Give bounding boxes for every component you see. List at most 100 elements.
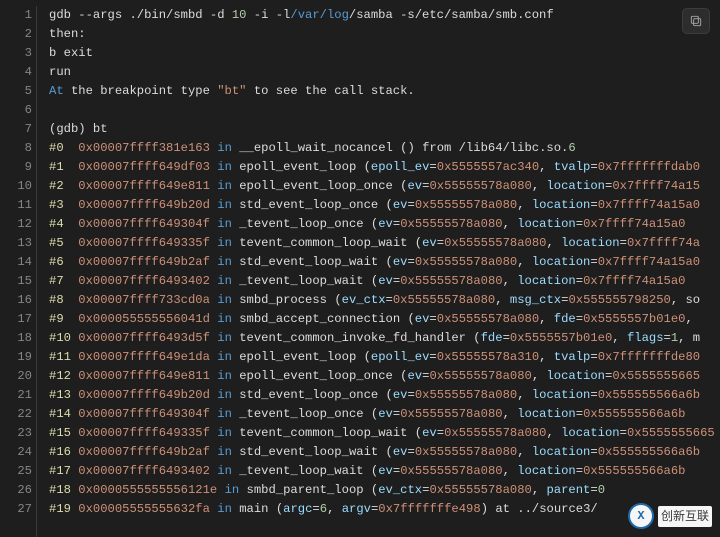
frame-function: _tevent_loop_wait bbox=[239, 274, 363, 288]
frame-index: #15 bbox=[49, 426, 71, 440]
frame-function: epoll_event_loop bbox=[239, 160, 356, 174]
frame-address: 0x00005555555632fa bbox=[78, 502, 210, 516]
stack-frame: #12 0x00007ffff649e811 in epoll_event_lo… bbox=[49, 367, 720, 386]
frame-index: #18 bbox=[49, 483, 71, 497]
arg-name: ev bbox=[378, 407, 393, 421]
bt-string: "bt" bbox=[217, 84, 246, 98]
stack-frame: #7 0x00007ffff6493402 in _tevent_loop_wa… bbox=[49, 272, 720, 291]
watermark-badge: X bbox=[628, 503, 654, 529]
frame-index: #14 bbox=[49, 407, 71, 421]
frame-function: tevent_common_invoke_fd_handler bbox=[239, 331, 466, 345]
arg-name: ev bbox=[422, 236, 437, 250]
in-keyword: in bbox=[225, 483, 240, 497]
at-keyword: At bbox=[49, 84, 64, 98]
arg-value: 0x55555578a080 bbox=[444, 426, 546, 440]
in-keyword: in bbox=[217, 293, 232, 307]
frame-address: 0x000055555556041d bbox=[78, 312, 210, 326]
frame-address: 0x00007ffff6493402 bbox=[78, 274, 210, 288]
frame-address: 0x00007ffff6493d5f bbox=[78, 331, 210, 345]
in-keyword: in bbox=[217, 141, 232, 155]
stack-frame: #9 0x000055555556041d in smbd_accept_con… bbox=[49, 310, 720, 329]
frame-address: 0x00007ffff649e1da bbox=[78, 350, 210, 364]
frame-address: 0x00007ffff733cd0a bbox=[78, 293, 210, 307]
arg-name: location bbox=[561, 236, 620, 250]
arg-name: location bbox=[532, 388, 591, 402]
in-keyword: in bbox=[217, 502, 232, 516]
code-line bbox=[49, 101, 720, 120]
frame-address: 0x00007ffff649b2af bbox=[78, 445, 210, 459]
line-number: 26 bbox=[0, 481, 32, 500]
stack-frame: #5 0x00007ffff649335f in tevent_common_l… bbox=[49, 234, 720, 253]
frame-index: #7 bbox=[49, 274, 64, 288]
arg-name: ev bbox=[393, 445, 408, 459]
arg-value: 0x55555578a310 bbox=[437, 350, 539, 364]
in-keyword: in bbox=[217, 369, 232, 383]
frame-address: 0x00007ffff649b20d bbox=[78, 198, 210, 212]
frame-index: #10 bbox=[49, 331, 71, 345]
copy-button[interactable] bbox=[682, 8, 710, 34]
arg-name: ev bbox=[407, 179, 422, 193]
line-number: 27 bbox=[0, 500, 32, 519]
stack-frame: #13 0x00007ffff649b20d in std_event_loop… bbox=[49, 386, 720, 405]
stack-frame: #19 0x00005555555632fa in main (argc=6, … bbox=[49, 500, 720, 519]
in-keyword: in bbox=[217, 388, 232, 402]
stack-frame: #2 0x00007ffff649e811 in epoll_event_loo… bbox=[49, 177, 720, 196]
in-keyword: in bbox=[217, 179, 232, 193]
copy-icon bbox=[689, 14, 703, 28]
frame-function: smbd_accept_connection bbox=[239, 312, 400, 326]
arg-name: location bbox=[517, 407, 576, 421]
line-number: 24 bbox=[0, 443, 32, 462]
line-number: 7 bbox=[0, 120, 32, 139]
frame-address: 0x00007ffff649df03 bbox=[78, 160, 210, 174]
line-number: 3 bbox=[0, 44, 32, 63]
line-number: 13 bbox=[0, 234, 32, 253]
line-number: 11 bbox=[0, 196, 32, 215]
frame-function: _tevent_loop_wait bbox=[239, 464, 363, 478]
arg-value: 0x55555578a080 bbox=[429, 369, 531, 383]
arg-name: ev_ctx bbox=[342, 293, 386, 307]
line-number: 5 bbox=[0, 82, 32, 101]
in-keyword: in bbox=[217, 255, 232, 269]
path-log: log bbox=[327, 8, 349, 22]
arg-name: location bbox=[517, 217, 576, 231]
frame-function: smbd_process bbox=[239, 293, 327, 307]
arg-name: msg_ctx bbox=[510, 293, 561, 307]
stack-frame: #14 0x00007ffff649304f in _tevent_loop_o… bbox=[49, 405, 720, 424]
arg-value: 0x5555555665 bbox=[612, 369, 700, 383]
frame-address: 0x00007ffff6493402 bbox=[78, 464, 210, 478]
watermark: X 创新互联 bbox=[628, 503, 712, 529]
frame-index: #2 bbox=[49, 179, 64, 193]
arg-name: ev bbox=[378, 217, 393, 231]
arg-value: 0x55555578a080 bbox=[393, 293, 495, 307]
frame-index: #12 bbox=[49, 369, 71, 383]
frame-function: tevent_common_loop_wait bbox=[239, 236, 407, 250]
line-number: 25 bbox=[0, 462, 32, 481]
stack-frame: #15 0x00007ffff649335f in tevent_common_… bbox=[49, 424, 720, 443]
in-keyword: in bbox=[217, 217, 232, 231]
code-line: then: bbox=[49, 25, 720, 44]
frame-function: std_event_loop_once bbox=[239, 388, 378, 402]
frame-address: 0x00007ffff649304f bbox=[78, 407, 210, 421]
arg-value: 0x7ffff74a15a0 bbox=[583, 217, 685, 231]
frame-function: tevent_common_loop_wait bbox=[239, 426, 407, 440]
arg-name: tvalp bbox=[554, 160, 591, 174]
arg-name: location bbox=[532, 198, 591, 212]
line-number: 16 bbox=[0, 291, 32, 310]
in-keyword: in bbox=[217, 426, 232, 440]
line-number: 4 bbox=[0, 63, 32, 82]
stack-frame: #6 0x00007ffff649b2af in std_event_loop_… bbox=[49, 253, 720, 272]
arg-value: 0x555555566a6b bbox=[598, 388, 700, 402]
arg-value: 0x5555557b01e0 bbox=[510, 331, 612, 345]
code-area[interactable]: gdb --args ./bin/smbd -d 10 -i -l/var/lo… bbox=[37, 6, 720, 537]
in-keyword: in bbox=[217, 331, 232, 345]
debug-level: 10 bbox=[232, 8, 247, 22]
arg-name: fde bbox=[481, 331, 503, 345]
frame-function: smbd_parent_loop bbox=[247, 483, 364, 497]
arg-name: epoll_ev bbox=[371, 350, 430, 364]
line-number: 12 bbox=[0, 215, 32, 234]
arg-value: 0x55555578a080 bbox=[444, 236, 546, 250]
arg-value: 0 bbox=[598, 483, 605, 497]
frame-index: #6 bbox=[49, 255, 64, 269]
arg-name: flags bbox=[627, 331, 664, 345]
arg-name: fde bbox=[554, 312, 576, 326]
